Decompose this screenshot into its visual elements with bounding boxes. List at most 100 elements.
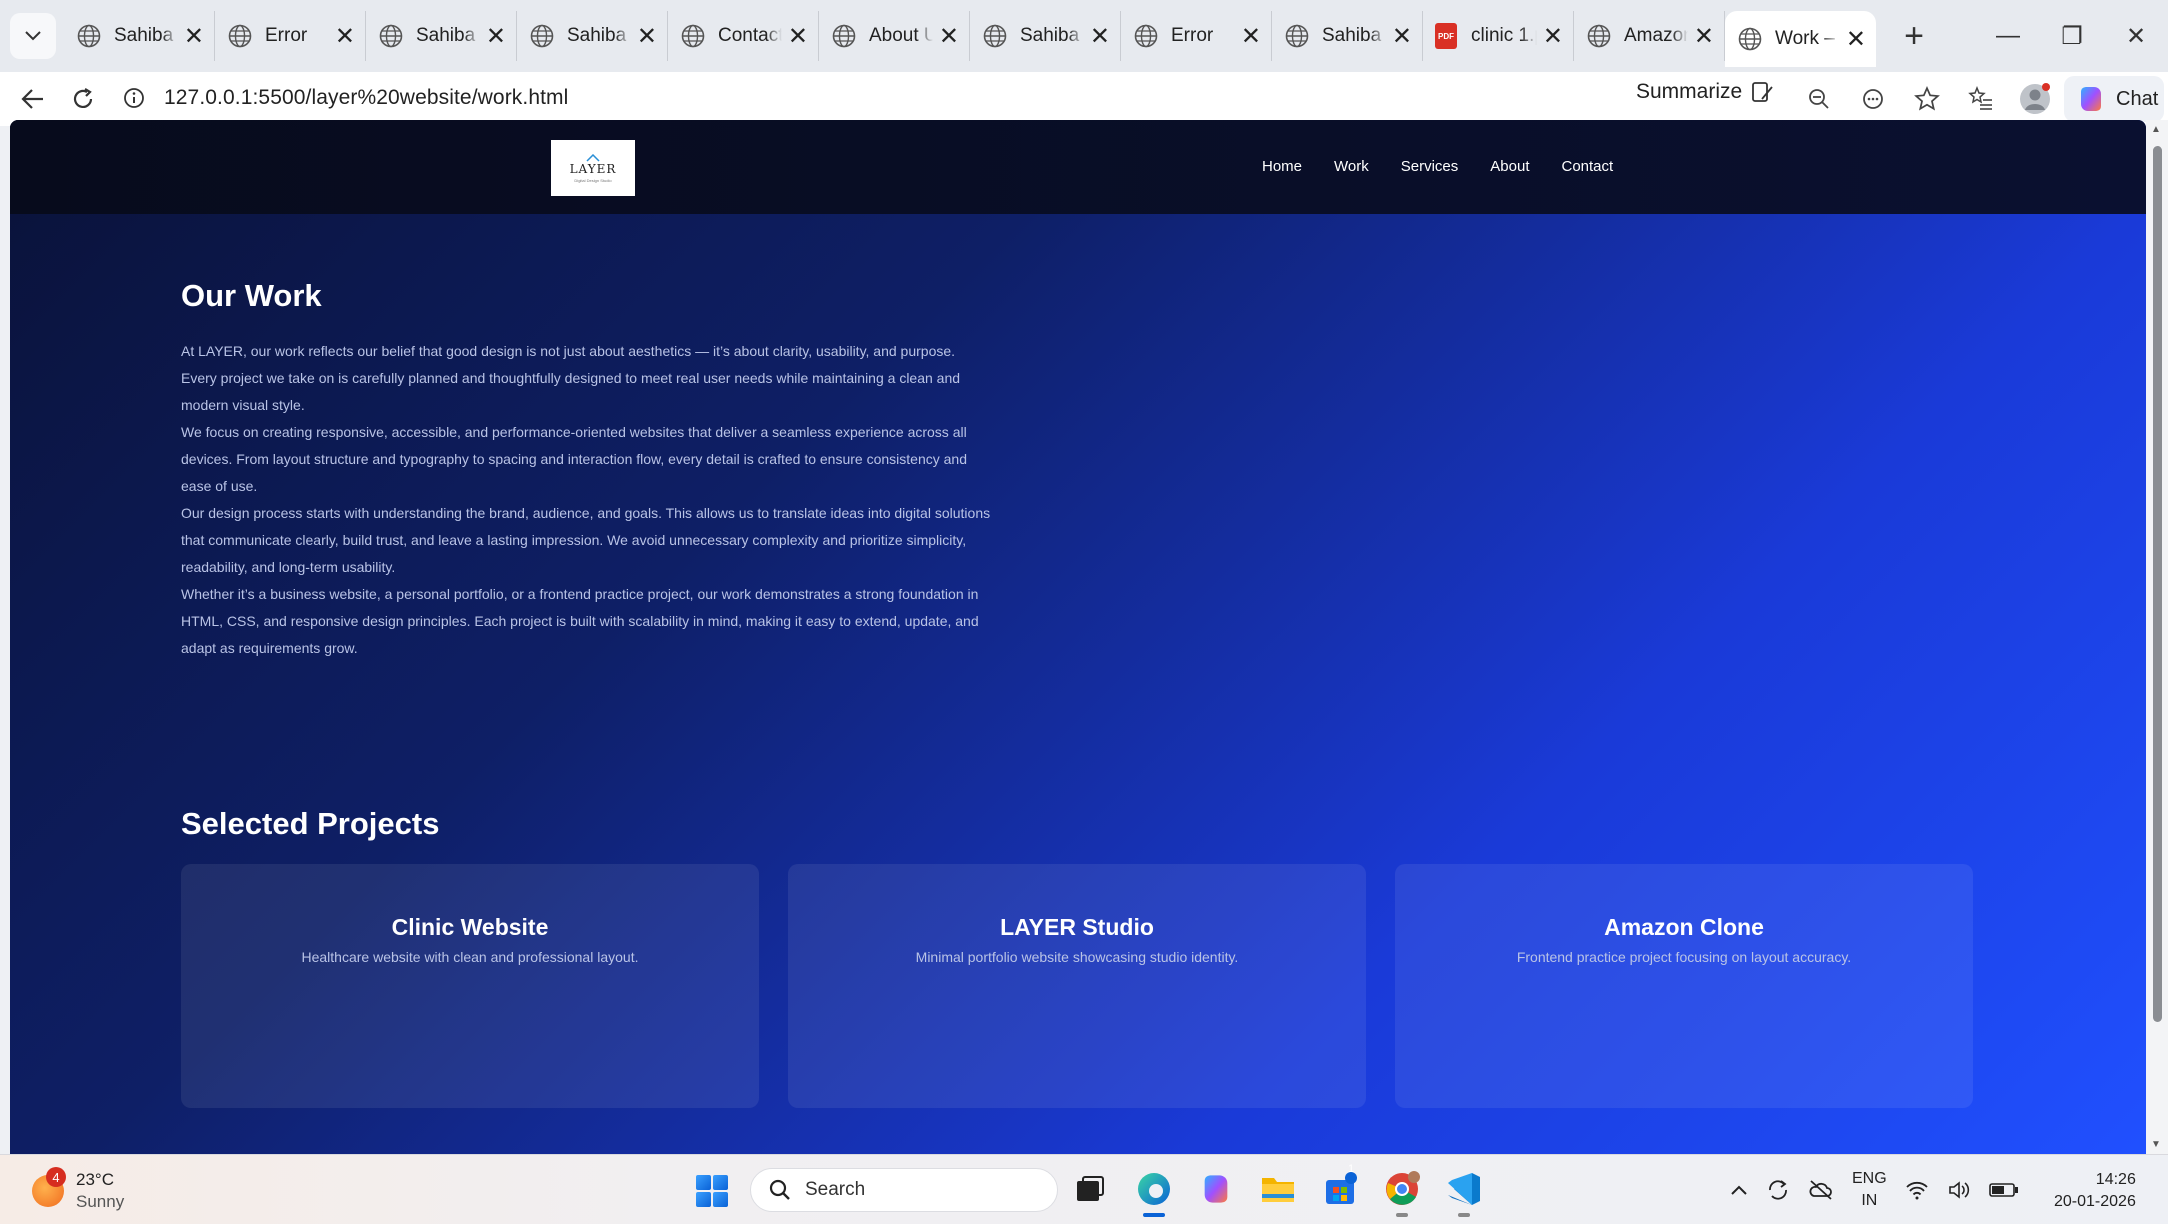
copilot-icon (2081, 87, 2101, 111)
back-button[interactable] (8, 74, 58, 124)
browser-tab[interactable]: Sahiba – \ ✕ (1272, 11, 1423, 61)
read-aloud-button[interactable] (1848, 74, 1898, 124)
start-button[interactable] (696, 1175, 728, 1207)
close-tab-icon[interactable]: ✕ (1543, 22, 1563, 51)
nav-link-about[interactable]: About (1490, 158, 1529, 175)
intro-paragraph: We focus on creating responsive, accessi… (181, 424, 967, 494)
battery-icon[interactable] (1988, 1182, 2019, 1198)
refresh-button[interactable] (58, 74, 108, 124)
weather-widget[interactable]: 4 23°C Sunny (32, 1167, 124, 1213)
minimize-button[interactable]: — (1976, 0, 2040, 72)
close-tab-icon[interactable]: ✕ (1241, 22, 1261, 51)
intro-section: Our Work At LAYER, our work reflects our… (181, 278, 991, 662)
volume-icon[interactable] (1947, 1180, 1971, 1200)
page-title: Our Work (181, 278, 322, 313)
new-tab-button[interactable]: + (1894, 17, 1934, 56)
zoom-out-button[interactable] (1794, 74, 1844, 124)
browser-tab[interactable]: Sahiba – \ ✕ (517, 11, 668, 61)
restore-button[interactable]: ❐ (2040, 0, 2104, 72)
browser-tab[interactable]: PDF clinic 1.p ✕ (1423, 11, 1574, 61)
browser-tab[interactable]: Error ✕ (215, 11, 366, 61)
close-window-button[interactable]: ✕ (2104, 0, 2168, 72)
nav-link-home[interactable]: Home (1262, 158, 1302, 175)
main-nav: Home Work Services About Contact (1262, 158, 1645, 175)
globe-icon (983, 24, 1007, 48)
browser-tab[interactable]: About Us ✕ (819, 11, 970, 61)
page-scrollbar[interactable]: ▲ ▼ (2146, 120, 2168, 1154)
taskbar-search[interactable]: Search (750, 1168, 1058, 1212)
close-tab-icon[interactable]: ✕ (788, 22, 808, 51)
logo-tagline: Digital Design Studio (574, 177, 612, 183)
favorite-star-button[interactable] (1902, 74, 1952, 124)
browser-tab[interactable]: Error ✕ (1121, 11, 1272, 61)
system-clock[interactable]: 14:26 20-01-2026 (2054, 1169, 2136, 1213)
tab-label: Error (1171, 25, 1214, 46)
scroll-down-arrow-icon[interactable]: ▼ (2151, 1139, 2161, 1150)
weather-temp: 23°C (76, 1170, 114, 1189)
toolbar-actions (1774, 72, 2114, 126)
intro-paragraph: Whether it’s a business website, a perso… (181, 586, 979, 656)
copilot-chat-button[interactable]: Chat (2064, 76, 2164, 122)
tab-label: Sahiba – \ (1020, 25, 1084, 46)
nav-link-work[interactable]: Work (1334, 158, 1369, 175)
project-card-layer-studio[interactable]: LAYER Studio Minimal portfolio website s… (788, 864, 1366, 1108)
star-icon (1914, 86, 1940, 111)
edge-taskbar-app[interactable] (1136, 1171, 1172, 1217)
language-indicator[interactable]: ENG IN (1852, 1168, 1887, 1212)
logo-mark-icon (586, 153, 600, 162)
project-card-clinic[interactable]: Clinic Website Healthcare website with c… (181, 864, 759, 1108)
browser-tab[interactable]: Amazon C ✕ (1574, 11, 1725, 61)
summarize-button[interactable]: Summarize (1636, 79, 1776, 105)
vscode-taskbar-app[interactable] (1446, 1171, 1482, 1217)
copilot-taskbar-app[interactable] (1198, 1171, 1234, 1207)
store-taskbar-app[interactable]: 1 (1322, 1163, 1358, 1207)
site-info-icon[interactable] (114, 87, 154, 109)
chat-label: Chat (2116, 87, 2159, 110)
close-tab-icon[interactable]: ✕ (939, 22, 959, 51)
nav-link-contact[interactable]: Contact (1561, 158, 1613, 175)
close-tab-icon[interactable]: ✕ (1090, 22, 1110, 51)
close-tab-icon[interactable]: ✕ (335, 22, 355, 51)
edge-icon (1138, 1173, 1170, 1205)
tab-label: About Us (869, 25, 933, 46)
nav-link-services[interactable]: Services (1401, 158, 1459, 175)
search-placeholder: Search (805, 1179, 866, 1200)
browser-tab[interactable]: Contact | ✕ (668, 11, 819, 61)
chevron-up-icon[interactable] (1730, 1184, 1748, 1196)
chrome-taskbar-app[interactable] (1384, 1171, 1420, 1217)
tab-label: Work – L (1775, 28, 1840, 49)
copilot-app-icon (1204, 1175, 1228, 1203)
browser-tab[interactable]: Sahiba – \ ✕ (970, 11, 1121, 61)
profile-button[interactable] (2010, 74, 2060, 124)
close-tab-icon[interactable]: ✕ (1694, 22, 1714, 51)
page-viewport: LAYER Digital Design Studio Home Work Se… (10, 120, 2146, 1154)
refresh-icon (73, 88, 93, 108)
tab-label: Contact | (718, 25, 782, 46)
avatar-icon (2020, 83, 2050, 114)
sync-icon[interactable] (1766, 1178, 1790, 1202)
scroll-up-arrow-icon[interactable]: ▲ (2151, 124, 2161, 135)
close-tab-icon[interactable]: ✕ (486, 22, 506, 51)
tab-list-button[interactable] (10, 13, 56, 59)
favorites-button[interactable] (1956, 74, 2006, 124)
tab-label: Sahiba – \ (114, 25, 178, 46)
tab-active[interactable]: Work – L ✕ (1725, 11, 1876, 67)
project-card-amazon-clone[interactable]: Amazon Clone Frontend practice project f… (1395, 864, 1973, 1108)
close-tab-icon[interactable]: ✕ (1846, 25, 1866, 54)
browser-tab[interactable]: Sahiba – \ ✕ (366, 11, 517, 61)
task-view-button[interactable] (1072, 1171, 1108, 1207)
file-explorer-taskbar-app[interactable] (1260, 1171, 1296, 1207)
back-arrow-icon (21, 89, 43, 109)
browser-tab[interactable]: Sahiba – \ ✕ (64, 11, 215, 61)
site-logo[interactable]: LAYER Digital Design Studio (551, 140, 635, 196)
globe-icon (1134, 24, 1158, 48)
url-text[interactable]: 127.0.0.1:5500/layer%20website/work.html (164, 86, 568, 110)
cloud-off-icon[interactable] (1808, 1178, 1834, 1202)
globe-icon (379, 24, 403, 48)
close-tab-icon[interactable]: ✕ (637, 22, 657, 51)
project-title: Clinic Website (391, 914, 549, 940)
wifi-icon[interactable] (1905, 1180, 1929, 1200)
close-tab-icon[interactable]: ✕ (184, 22, 204, 51)
close-tab-icon[interactable]: ✕ (1392, 22, 1412, 51)
scrollbar-thumb[interactable] (2153, 146, 2162, 1022)
